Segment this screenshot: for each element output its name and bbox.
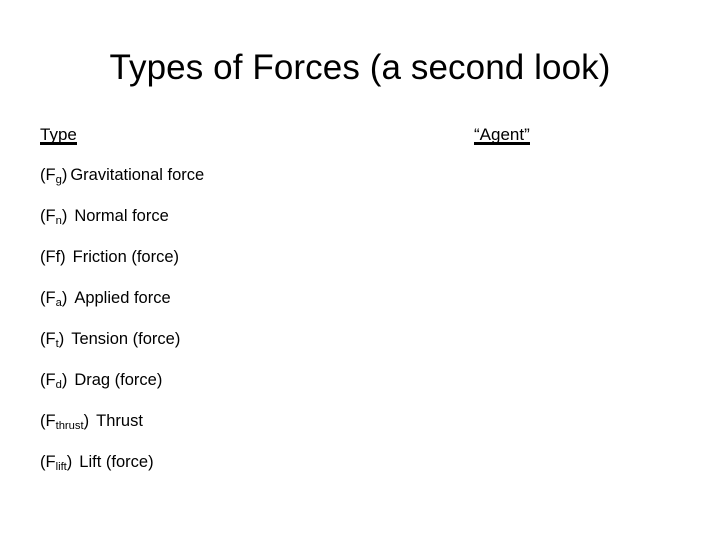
- force-symbol-close: ): [61, 289, 68, 307]
- force-symbol-close: ): [61, 207, 68, 225]
- force-type-list: (Fg) Gravitational force (Fn) Normal force(…: [40, 164, 460, 492]
- force-symbol-base: (F: [40, 412, 56, 430]
- list-item: (Fn) Normal force: [40, 205, 460, 246]
- force-symbol-close: ): [66, 453, 73, 471]
- agent-column-header: “Agent”: [474, 124, 530, 146]
- force-symbol-subscript: lift: [55, 461, 67, 474]
- force-symbol-close: ): [58, 330, 65, 348]
- slide-body: Type “Agent” (Fg) Gravitational force (Fn)…: [0, 0, 720, 540]
- agent-list-item: [474, 205, 704, 246]
- force-name: Normal force: [74, 207, 169, 225]
- type-column-header: Type: [40, 124, 77, 146]
- force-symbol-base: (F: [40, 371, 56, 389]
- force-symbol-base: (F: [40, 207, 56, 225]
- force-name: Lift (force): [79, 453, 154, 471]
- type-column: Type: [40, 124, 440, 146]
- agent-list-item: [474, 287, 704, 328]
- force-symbol-base: (F: [40, 166, 56, 184]
- force-name: Tension (force): [71, 330, 181, 348]
- agent-list-item: [474, 369, 704, 410]
- force-name: Friction (force): [72, 248, 180, 266]
- agent-list-item: [474, 410, 704, 451]
- list-item: (Fa) Applied force: [40, 287, 460, 328]
- force-name: Thrust: [96, 412, 143, 430]
- agent-column: “Agent”: [474, 124, 704, 146]
- agent-header-underline: [474, 142, 530, 145]
- agent-value-list: [474, 164, 704, 492]
- list-item: (Ft) Tension (force): [40, 328, 460, 369]
- force-symbol-base: (F: [40, 453, 56, 471]
- force-symbol: (Fa): [40, 289, 68, 310]
- list-item: (Fthrust) Thrust: [40, 410, 460, 451]
- force-symbol: (Fd): [40, 371, 68, 392]
- list-item: (Ff) Friction (force): [40, 246, 460, 287]
- force-name: Drag (force): [74, 371, 163, 389]
- force-symbol: (Ff): [40, 248, 66, 266]
- list-item: (Fg) Gravitational force: [40, 164, 460, 205]
- agent-list-item: [474, 246, 704, 287]
- force-name: Applied force: [74, 289, 171, 307]
- force-symbol-base: (F: [40, 289, 56, 307]
- force-symbol-close: ): [83, 412, 90, 430]
- agent-list-item: [474, 164, 704, 205]
- force-symbol-subscript: a: [55, 297, 62, 310]
- type-header-underline: [40, 142, 77, 145]
- list-item: (Flift) Lift (force): [40, 451, 460, 492]
- force-symbol: (Fn): [40, 207, 68, 228]
- force-symbol-close: ): [61, 166, 68, 184]
- force-symbol: (Fg): [40, 166, 68, 187]
- force-symbol-subscript: g: [55, 174, 62, 187]
- force-symbol-close: ): [61, 371, 68, 389]
- agent-list-item: [474, 328, 704, 369]
- force-symbol-subscript: d: [55, 379, 62, 392]
- force-symbol-base: (F: [40, 330, 56, 348]
- force-symbol-subscript: n: [55, 215, 62, 228]
- force-symbol: (Ft): [40, 330, 65, 351]
- slide-canvas: Types of Forces (a second look) Type “Ag…: [0, 0, 720, 540]
- force-symbol: (Flift): [40, 453, 73, 474]
- force-symbol: (Fthrust): [40, 412, 90, 433]
- agent-list-item: [474, 451, 704, 492]
- force-symbol-close: ): [60, 248, 66, 266]
- force-symbol-subscript: thrust: [55, 420, 84, 433]
- force-symbol-subscript: t: [55, 338, 59, 351]
- list-item: (Fd) Drag (force): [40, 369, 460, 410]
- force-name: Gravitational force: [70, 166, 205, 184]
- force-symbol-base: (Ff: [40, 248, 61, 266]
